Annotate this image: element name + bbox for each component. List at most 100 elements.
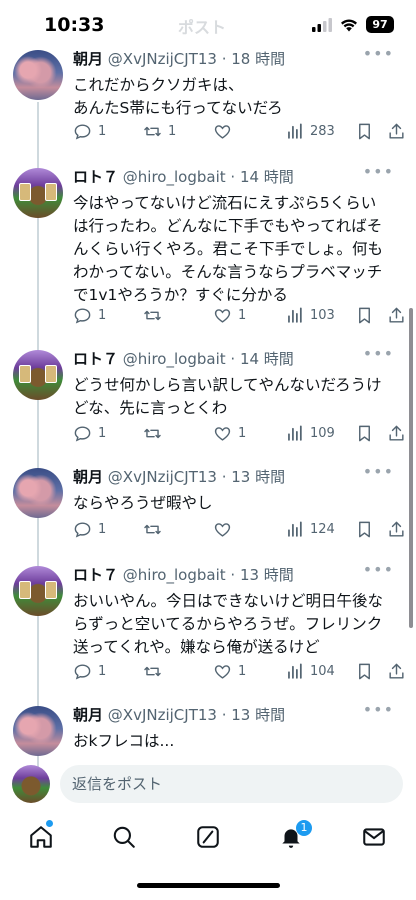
user-handle[interactable]: @XvJNzijCJT13 <box>108 50 217 68</box>
tweet-actions: 1 1 104 <box>73 662 409 684</box>
nav-search[interactable] <box>109 822 139 852</box>
like-button[interactable] <box>213 520 238 539</box>
tweet-header: ロト７ @hiro_logbait · 13 時間 <box>73 566 294 584</box>
reply-icon <box>74 664 91 680</box>
user-handle[interactable]: @XvJNzijCJT13 <box>108 468 217 486</box>
bookmark-icon <box>359 663 370 680</box>
home-indicator[interactable] <box>137 883 280 888</box>
reply-count: 1 <box>98 426 107 441</box>
user-handle[interactable]: @hiro_logbait <box>123 566 226 584</box>
share-button[interactable] <box>387 306 406 325</box>
views-button[interactable]: 124 <box>285 520 335 539</box>
tweet-actions: 1 1 283 <box>73 122 409 144</box>
share-button[interactable] <box>387 424 406 443</box>
like-button[interactable]: 1 <box>213 662 246 681</box>
views-button[interactable]: 109 <box>285 424 335 443</box>
reply-count: 1 <box>98 522 107 537</box>
repost-button[interactable]: 1 <box>143 122 176 141</box>
display-name[interactable]: ロト７ <box>73 350 118 368</box>
like-button[interactable] <box>213 122 238 141</box>
tweet[interactable]: 朝月 @XvJNzijCJT13 · 13 時間 ••• ならやろうぜ暇やし 1… <box>0 458 416 556</box>
battery-indicator: 97 <box>366 16 394 33</box>
repost-button[interactable] <box>143 306 168 325</box>
more-options-icon[interactable]: ••• <box>363 44 394 63</box>
my-avatar[interactable] <box>12 765 50 803</box>
user-handle[interactable]: @hiro_logbait <box>123 350 226 368</box>
views-button[interactable]: 283 <box>285 122 335 141</box>
user-handle[interactable]: @hiro_logbait <box>123 168 226 186</box>
tweet-actions: 1 1 103 <box>73 306 409 328</box>
share-icon <box>389 663 404 679</box>
nav-grok[interactable] <box>193 822 223 852</box>
views-button[interactable]: 103 <box>285 306 335 325</box>
like-count: 1 <box>238 426 247 441</box>
reply-bar: 返信をポスト <box>0 760 416 808</box>
share-button[interactable] <box>387 662 406 681</box>
repost-count: 1 <box>168 124 177 139</box>
tweet-time: 14 時間 <box>239 350 294 368</box>
display-name[interactable]: 朝月 <box>73 50 103 68</box>
tweet-time: 13 時間 <box>231 706 286 724</box>
tweet[interactable]: 朝月 @XvJNzijCJT13 · 18 時間 ••• これだからクソガキは、… <box>0 40 416 158</box>
reply-button[interactable]: 1 <box>73 306 106 325</box>
share-button[interactable] <box>387 520 406 539</box>
views-button[interactable]: 104 <box>285 662 335 681</box>
display-name[interactable]: 朝月 <box>73 468 103 486</box>
like-button[interactable]: 1 <box>213 424 246 443</box>
like-button[interactable]: 1 <box>213 306 246 325</box>
grok-icon <box>197 826 219 848</box>
tweet-text: これだからクソガキは、 あんたS帯にも行ってないだろ <box>73 76 283 117</box>
reply-button[interactable]: 1 <box>73 424 106 443</box>
tweet-time: 13 時間 <box>239 566 294 584</box>
bookmark-icon <box>359 521 370 538</box>
user-handle[interactable]: @XvJNzijCJT13 <box>108 706 217 724</box>
tweet[interactable]: ロト７ @hiro_logbait · 14 時間 ••• どうせ何かしら言い訳… <box>0 340 416 458</box>
share-button[interactable] <box>387 122 406 141</box>
bookmark-button[interactable] <box>355 122 374 141</box>
avatar[interactable] <box>13 706 63 756</box>
bookmark-button[interactable] <box>355 520 374 539</box>
display-name[interactable]: 朝月 <box>73 706 103 724</box>
reply-button[interactable]: 1 <box>73 520 106 539</box>
bookmark-button[interactable] <box>355 306 374 325</box>
more-options-icon[interactable]: ••• <box>363 344 394 363</box>
reply-button[interactable]: 1 <box>73 662 106 681</box>
view-count: 104 <box>310 664 335 679</box>
share-icon <box>389 521 404 537</box>
display-name[interactable]: ロト７ <box>73 168 118 186</box>
more-options-icon[interactable]: ••• <box>363 462 394 481</box>
more-options-icon[interactable]: ••• <box>363 560 394 579</box>
repost-button[interactable] <box>143 662 168 681</box>
analytics-icon <box>288 123 302 139</box>
avatar[interactable] <box>13 566 63 616</box>
more-options-icon[interactable]: ••• <box>363 162 394 181</box>
avatar[interactable] <box>13 50 63 100</box>
bookmark-button[interactable] <box>355 424 374 443</box>
display-name[interactable]: ロト７ <box>73 566 118 584</box>
avatar[interactable] <box>13 468 63 518</box>
nav-home[interactable] <box>26 822 56 852</box>
repost-button[interactable] <box>143 520 168 539</box>
heart-icon <box>214 309 231 323</box>
reply-button[interactable]: 1 <box>73 122 106 141</box>
reply-icon <box>74 124 91 140</box>
avatar[interactable] <box>13 350 63 400</box>
more-options-icon[interactable]: ••• <box>363 700 394 719</box>
tweet[interactable]: 朝月 @XvJNzijCJT13 · 13 時間 ••• おkフレコは... <box>0 696 416 760</box>
avatar[interactable] <box>13 168 63 218</box>
bookmark-button[interactable] <box>355 662 374 681</box>
bookmark-icon <box>359 307 370 324</box>
tweet[interactable]: ロト７ @hiro_logbait · 14 時間 ••• 今はやってないけど流… <box>0 158 416 336</box>
scrollbar[interactable] <box>409 308 413 628</box>
tweet-text: 今はやってないけど流石にえすぷら5くらい は行ったわ。どんなに下手でもやってれば… <box>73 194 384 304</box>
bookmark-icon <box>359 123 370 140</box>
analytics-icon <box>288 521 302 537</box>
repost-button[interactable] <box>143 424 168 443</box>
tweet-time: 14 時間 <box>239 168 294 186</box>
repost-icon <box>144 126 161 137</box>
tweet[interactable]: ロト７ @hiro_logbait · 13 時間 ••• おいいやん。今日はで… <box>0 556 416 696</box>
nav-messages[interactable] <box>359 822 389 852</box>
tweet-text: おkフレコは... <box>73 732 175 750</box>
reply-count: 1 <box>98 664 107 679</box>
reply-input[interactable]: 返信をポスト <box>60 765 403 803</box>
